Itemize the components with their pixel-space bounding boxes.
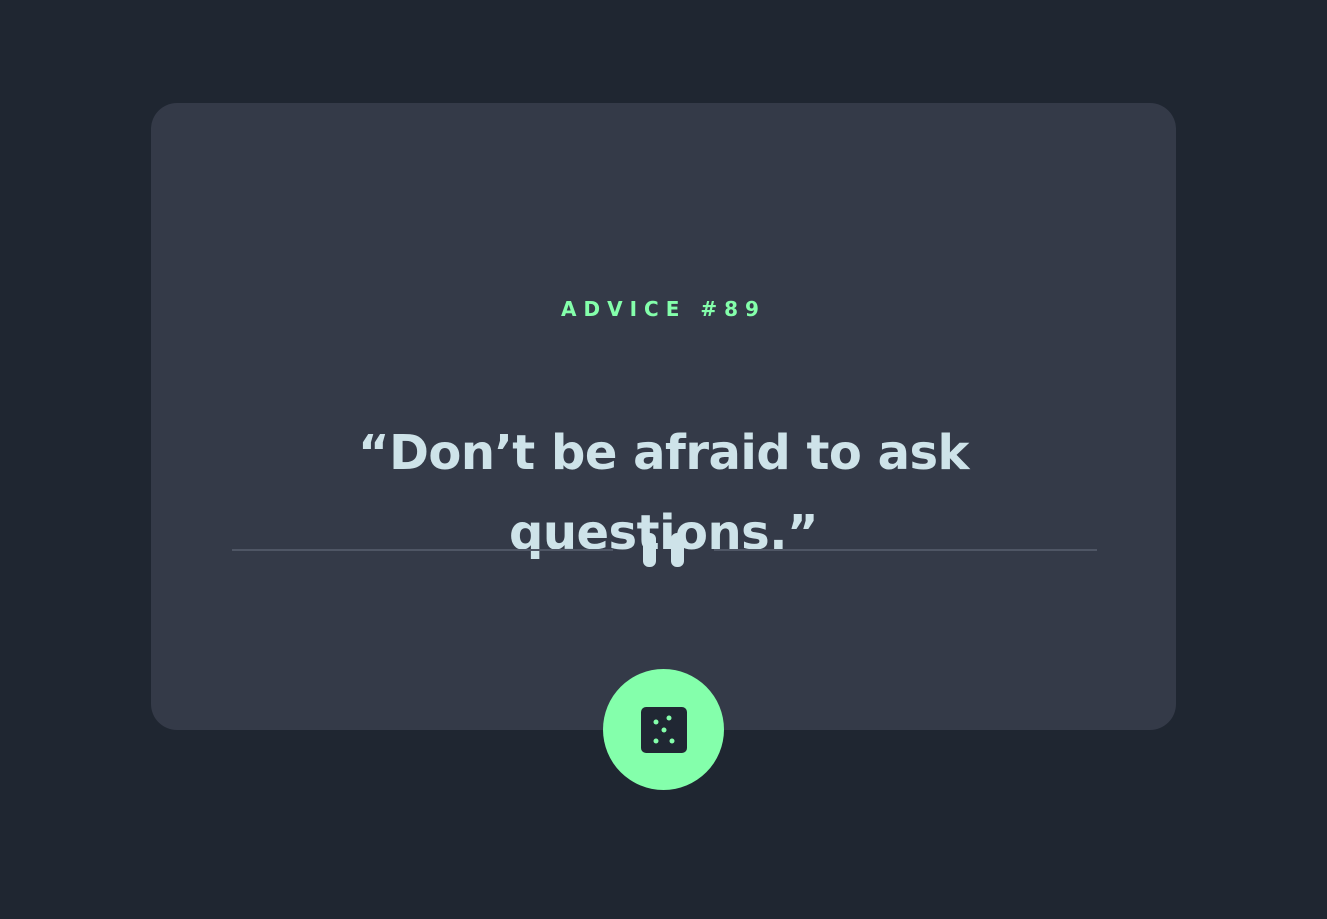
dice-icon <box>640 706 687 753</box>
pause-divider-icon <box>232 533 1097 567</box>
advice-card: ADVICE #89 “Don’t be afraid to ask quest… <box>151 103 1176 730</box>
advice-number-label: ADVICE #89 <box>561 297 766 321</box>
generate-advice-button[interactable] <box>603 669 724 790</box>
